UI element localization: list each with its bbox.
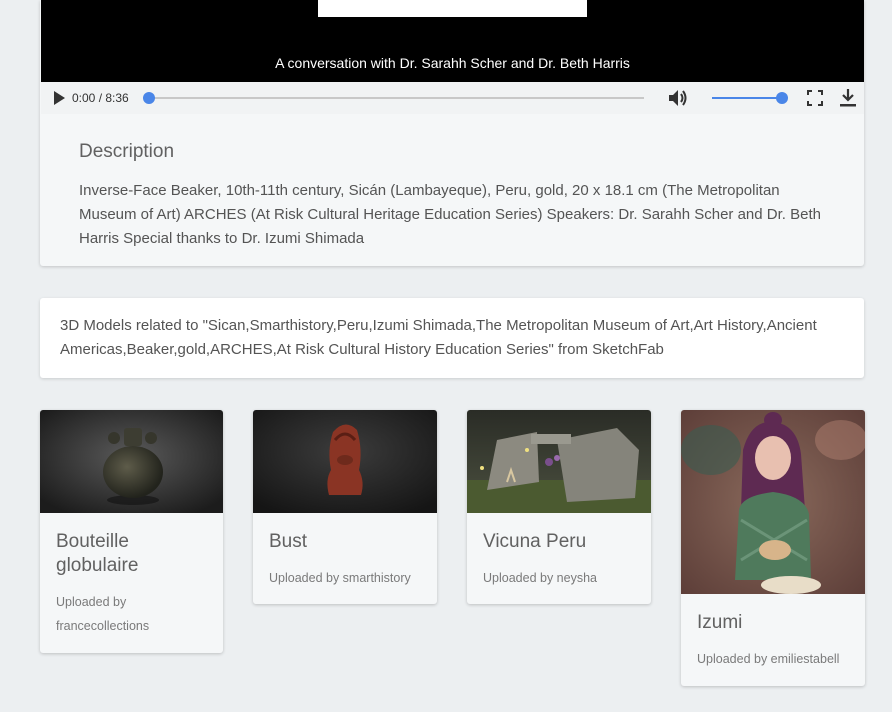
model-card-bust[interactable]: Bust Uploaded by smarthistory: [253, 410, 437, 604]
progress-thumb[interactable]: [143, 92, 155, 104]
video-frame[interactable]: A conversation with Dr. Sarahh Scher and…: [41, 0, 864, 82]
video-controls: 0:00 / 8:36: [41, 82, 864, 114]
download-icon[interactable]: [839, 88, 857, 108]
video-slide: [318, 0, 587, 17]
model-thumbnail: [681, 410, 865, 594]
model-card-vicuna-peru[interactable]: Vicuna Peru Uploaded by neysha: [467, 410, 651, 604]
model-thumbnail: [467, 410, 651, 513]
progress-track[interactable]: [149, 97, 644, 99]
model-uploader: Uploaded by smarthistory: [269, 571, 411, 585]
video-caption: A conversation with Dr. Sarahh Scher and…: [275, 55, 630, 71]
model-title: Bouteille globulaire: [56, 531, 139, 576]
model-card-izumi[interactable]: Izumi Uploaded by emiliestabell: [681, 410, 865, 686]
related-models-card: 3D Models related to "Sican,Smarthistory…: [40, 298, 864, 378]
volume-thumb[interactable]: [776, 92, 788, 104]
model-title: Bust: [269, 531, 308, 552]
description-title: Description: [79, 141, 175, 162]
volume-track[interactable]: [712, 97, 782, 99]
model-uploader: Uploaded by francecollections: [56, 595, 150, 633]
model-title: Vicuna Peru: [483, 531, 587, 552]
volume-icon[interactable]: [667, 88, 689, 108]
model-uploader: Uploaded by emiliestabell: [697, 652, 840, 666]
related-models-text: 3D Models related to "Sican,Smarthistory…: [60, 317, 817, 358]
model-title: Izumi: [697, 612, 743, 633]
time-display: 0:00 / 8:36: [72, 91, 129, 105]
play-icon[interactable]: [51, 90, 67, 106]
fullscreen-icon[interactable]: [807, 90, 823, 106]
description-body: Inverse-Face Beaker, 10th-11th century, …: [79, 182, 821, 247]
model-uploader: Uploaded by neysha: [483, 571, 597, 585]
video-card: A conversation with Dr. Sarahh Scher and…: [40, 0, 864, 266]
model-thumbnail: [40, 410, 223, 513]
model-thumbnail: [253, 410, 437, 513]
model-card-bouteille[interactable]: Bouteille globulaire Uploaded by francec…: [40, 410, 223, 653]
